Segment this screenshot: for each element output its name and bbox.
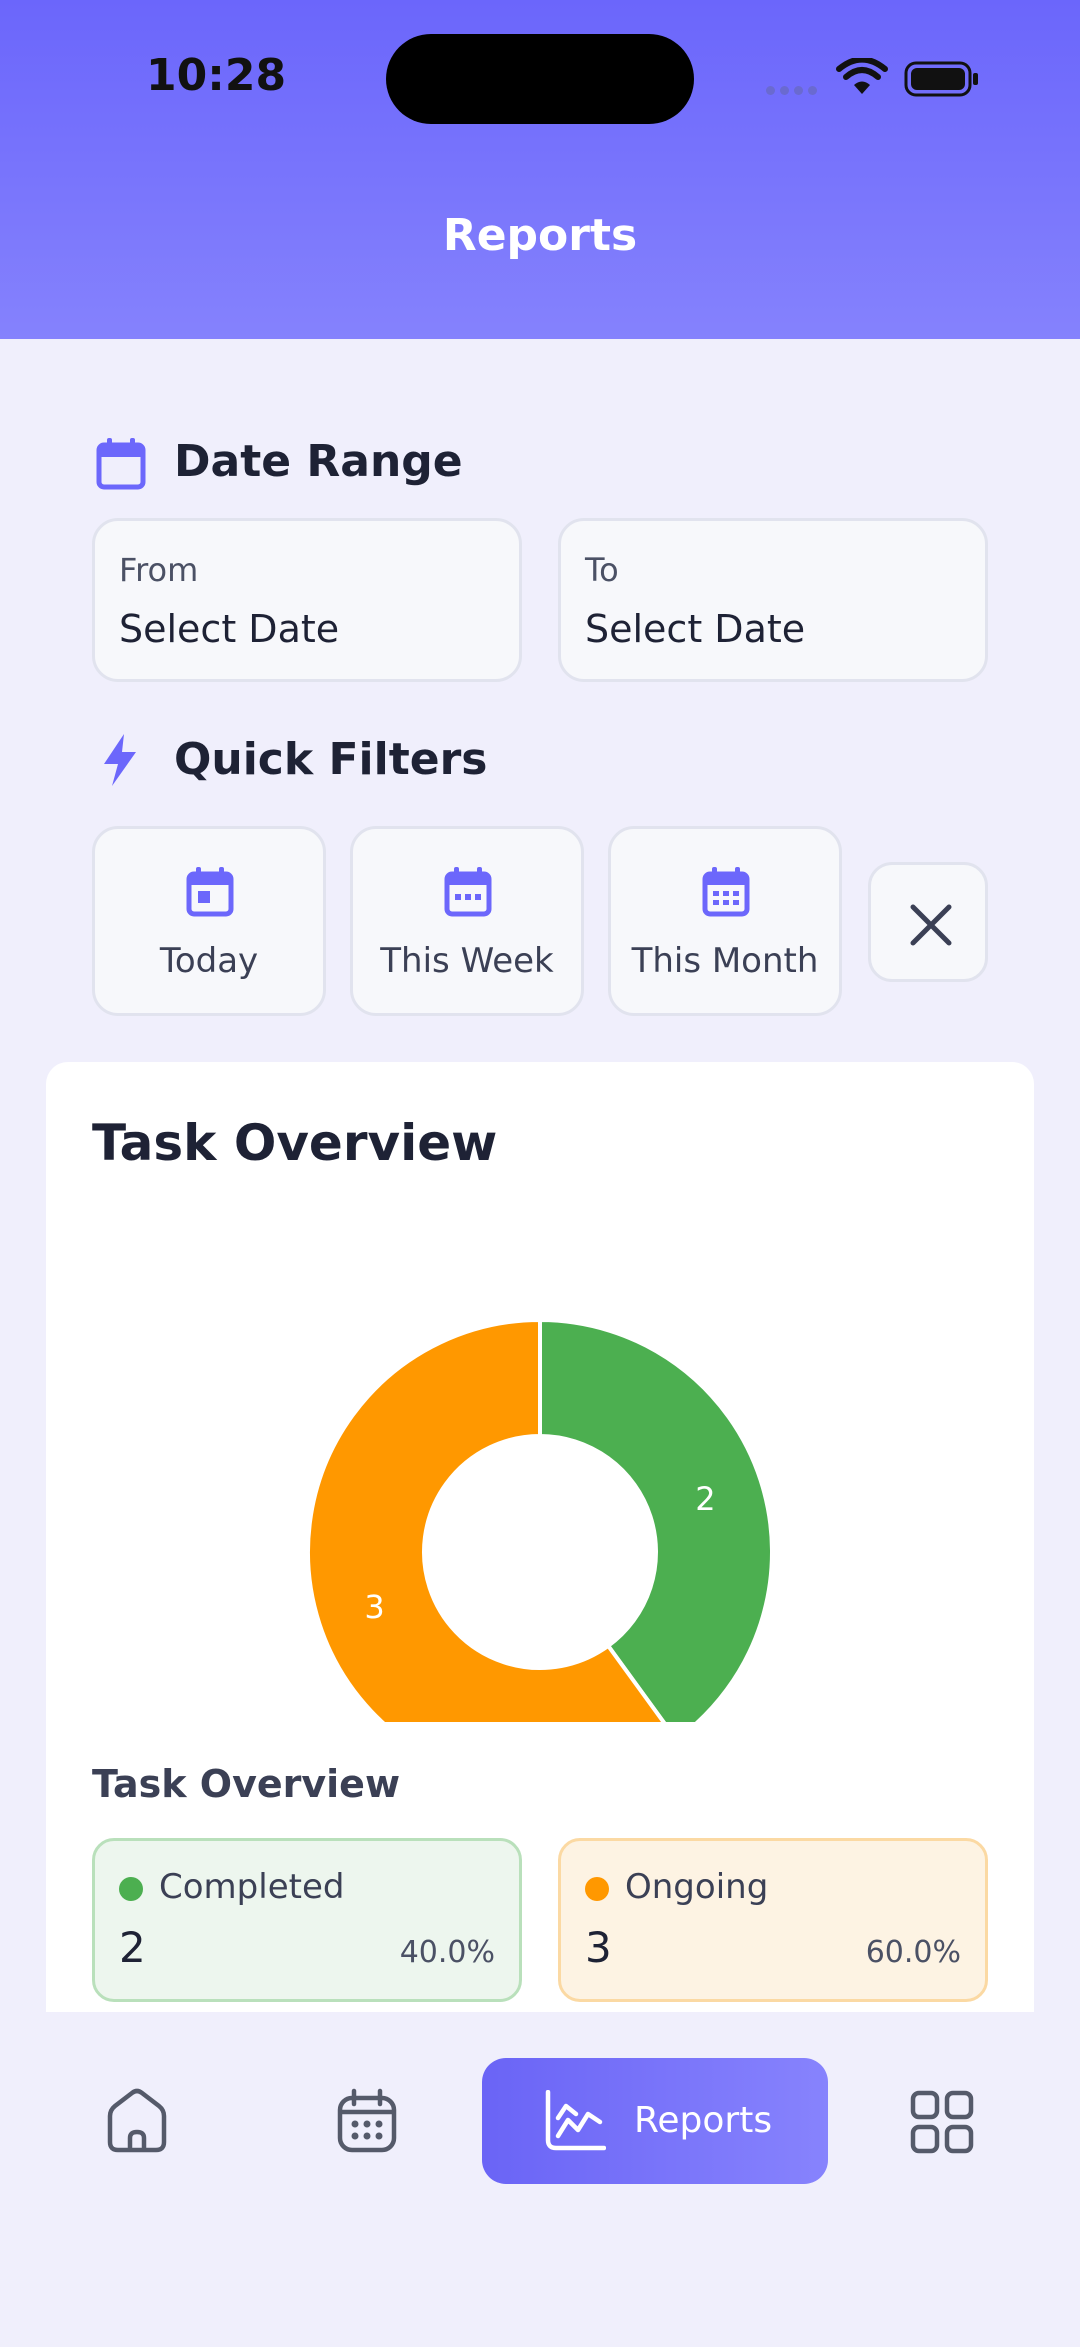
filter-this-month-label: This Month	[631, 941, 819, 981]
calendar-icon	[96, 438, 146, 490]
filter-this-week-button[interactable]: This Week	[350, 826, 584, 1016]
completed-count: 2	[119, 1923, 146, 1972]
calendar-nav-icon[interactable]	[336, 2088, 398, 2154]
completed-label: Completed	[159, 1867, 345, 1907]
filter-today-button[interactable]: Today	[92, 826, 326, 1016]
close-icon	[910, 904, 952, 946]
donut-label-completed: 2	[695, 1480, 715, 1518]
filter-this-week-label: This Week	[380, 941, 554, 981]
donut-label-ongoing: 3	[364, 1588, 384, 1626]
ongoing-stat-card: Ongoing 3 60.0%	[558, 1838, 988, 2002]
cellular-signal-icon	[766, 86, 817, 95]
from-date-value: Select Date	[119, 607, 340, 651]
chart-icon	[545, 2090, 606, 2151]
status-time: 10:28	[146, 50, 287, 101]
nav-reports-button[interactable]: Reports	[482, 2058, 828, 2184]
to-date-value: Select Date	[585, 607, 806, 651]
date-range-title: Date Range	[174, 436, 463, 487]
from-date-label: From	[119, 551, 199, 589]
completed-percent: 40.0%	[399, 1935, 495, 1970]
completed-stat-card: Completed 2 40.0%	[92, 1838, 522, 2002]
calendar-week-icon	[444, 867, 492, 917]
wifi-icon	[836, 58, 888, 94]
nav-reports-label: Reports	[634, 2100, 773, 2141]
filter-today-label: Today	[159, 941, 259, 981]
ongoing-dot	[585, 1877, 609, 1901]
filter-this-month-button[interactable]: This Month	[608, 826, 842, 1016]
grid-icon[interactable]	[910, 2090, 974, 2154]
home-icon[interactable]	[104, 2088, 170, 2154]
task-overview-card: Task Overview 23 Task Overview Completed…	[46, 1062, 1034, 2072]
legend-title: Task Overview	[92, 1762, 401, 1806]
app-header: 10:28 Reports	[0, 0, 1080, 339]
quick-filters-title: Quick Filters	[174, 734, 488, 785]
completed-dot	[119, 1877, 143, 1901]
clear-filters-button[interactable]	[868, 862, 988, 982]
ongoing-percent: 60.0%	[865, 1935, 961, 1970]
dynamic-island	[386, 34, 694, 124]
ongoing-label: Ongoing	[625, 1867, 769, 1907]
lightning-icon	[104, 734, 136, 786]
task-donut-chart: 23	[306, 1317, 774, 1722]
battery-icon	[904, 61, 978, 97]
to-date-label: To	[585, 551, 619, 589]
from-date-field[interactable]: From Select Date	[92, 518, 522, 682]
calendar-month-icon	[702, 867, 750, 917]
ongoing-count: 3	[585, 1923, 612, 1972]
calendar-today-icon	[186, 867, 234, 917]
task-overview-title: Task Overview	[92, 1114, 498, 1172]
to-date-field[interactable]: To Select Date	[558, 518, 988, 682]
page-title: Reports	[442, 210, 638, 261]
